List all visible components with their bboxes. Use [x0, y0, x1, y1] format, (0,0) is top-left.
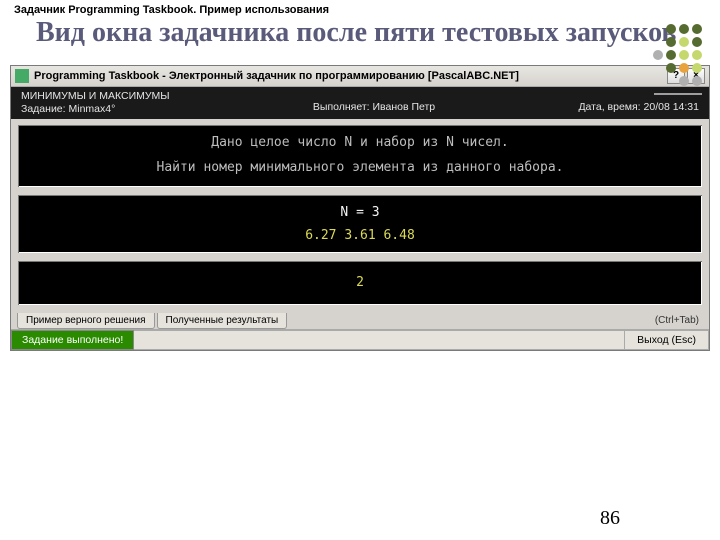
input-box: N = 3 6.27 3.61 6.48: [16, 193, 704, 255]
app-icon: [15, 69, 29, 83]
tab-correct-example[interactable]: Пример верного решения: [17, 313, 155, 329]
problem-line: Дано целое число N и набор из N чисел.: [24, 135, 696, 150]
console-area: Дано целое число N и набор из N чисел. Н…: [11, 119, 709, 313]
task-label: Задание: Minmax4°: [21, 103, 170, 115]
window-title: Programming Taskbook - Электронный задач…: [34, 70, 519, 82]
tab-shortcut-hint: (Ctrl+Tab): [655, 315, 703, 326]
titlebar: Programming Taskbook - Электронный задач…: [11, 66, 709, 87]
input-values: 6.27 3.61 6.48: [24, 228, 696, 243]
tabs-row: Пример верного решения Полученные резуль…: [11, 313, 709, 329]
status-message: Задание выполнено!: [11, 330, 134, 350]
status-spacer: [134, 330, 624, 350]
input-n: N = 3: [24, 205, 696, 220]
problem-box: Дано целое число N и набор из N чисел. Н…: [16, 123, 704, 189]
output-value: 2: [356, 275, 364, 290]
info-bar: МИНИМУМЫ И МАКСИМУМЫ Задание: Minmax4° В…: [11, 87, 709, 119]
exit-button[interactable]: Выход (Esc): [624, 330, 709, 350]
tab-results[interactable]: Полученные результаты: [157, 313, 288, 329]
decorative-dots: [624, 24, 702, 95]
slide-title: Вид окна задачника после пяти тестовых з…: [0, 16, 720, 57]
page-number: 86: [600, 507, 620, 530]
app-window: Programming Taskbook - Электронный задач…: [10, 65, 710, 351]
problem-line: Найти номер минимального элемента из дан…: [24, 160, 696, 175]
output-box: 2: [16, 259, 704, 307]
statusbar: Задание выполнено! Выход (Esc): [11, 329, 709, 350]
slide-header: Задачник Programming Taskbook. Пример ис…: [0, 0, 720, 16]
info-heading: МИНИМУМЫ И МАКСИМУМЫ: [21, 90, 170, 102]
performer-label: Выполняет: Иванов Петр: [313, 90, 435, 115]
